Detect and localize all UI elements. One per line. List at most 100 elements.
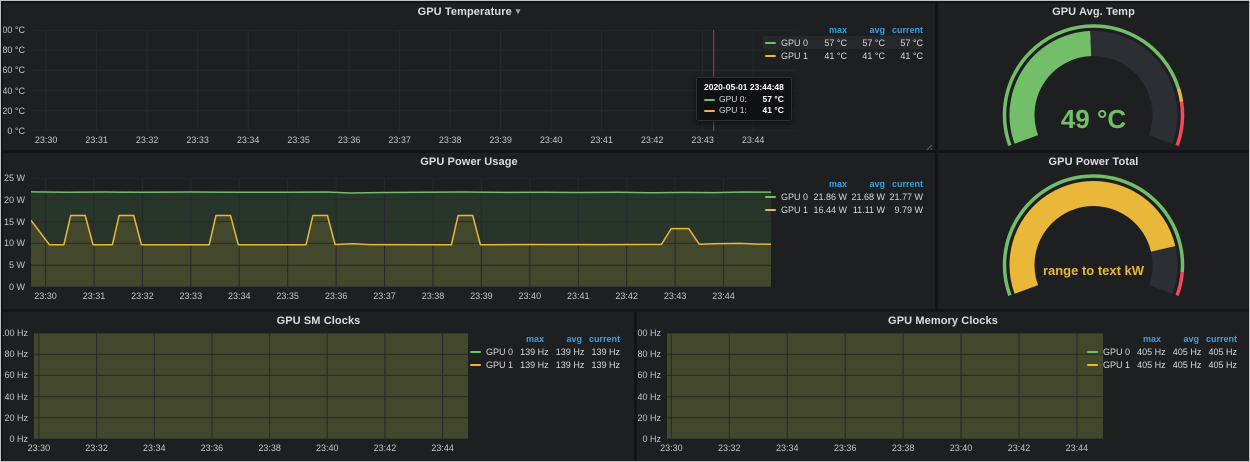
- legend-row-gpu-1[interactable]: GPU 1405 Hz405 Hz405 Hz: [1085, 358, 1237, 371]
- x-tick-label: 23:36: [325, 291, 348, 301]
- panel-title: GPU SM Clocks: [277, 315, 361, 327]
- tooltip-series-name: GPU 1:: [719, 105, 747, 116]
- legend-sort-current[interactable]: current: [885, 25, 923, 35]
- legend-row-gpu-1[interactable]: GPU 141 °C41 °C41 °C: [763, 49, 923, 62]
- series-name: GPU 1: [1103, 360, 1130, 370]
- y-axis: 0 °C20 °C40 °C60 °C80 °C100 °C: [3, 30, 28, 131]
- legend-sort-max[interactable]: max: [809, 179, 847, 189]
- tooltip-series-name: GPU 0:: [719, 94, 747, 105]
- series-name: GPU 0: [486, 347, 513, 357]
- legend-value: 57 °C: [809, 38, 847, 48]
- x-tick-label: 23:38: [892, 443, 915, 453]
- legend-value: 57 °C: [847, 38, 885, 48]
- x-tick-label: 23:44: [742, 135, 765, 145]
- legend-value: 16.44 W: [809, 205, 847, 215]
- legend-row-gpu-0[interactable]: GPU 0139 Hz139 Hz139 Hz: [468, 345, 620, 358]
- series-name: GPU 1: [781, 51, 808, 61]
- legend-value: 57 °C: [885, 38, 923, 48]
- x-tick-label: 23:42: [1008, 443, 1031, 453]
- legend-header-row: maxavgcurrent: [763, 23, 923, 36]
- x-tick-label: 23:30: [35, 135, 58, 145]
- panel-header-gpu-sm-clocks[interactable]: GPU SM Clocks: [3, 315, 634, 327]
- x-tick-label: 23:33: [180, 291, 203, 301]
- panel-header-gpu-memory-clocks[interactable]: GPU Memory Clocks: [637, 315, 1249, 327]
- x-tick-label: 23:38: [258, 443, 281, 453]
- series-color-dash-icon: [765, 209, 776, 211]
- x-tick-label: 23:40: [519, 291, 542, 301]
- x-tick-label: 23:39: [470, 291, 493, 301]
- legend-power-usage: maxavgcurrentGPU 021.86 W21.68 W21.77 WG…: [763, 177, 923, 216]
- x-tick-label: 23:43: [691, 135, 714, 145]
- memory-clocks-chart[interactable]: [667, 333, 1103, 439]
- legend-sort-current[interactable]: current: [582, 334, 620, 344]
- series-color-dash-icon: [765, 42, 776, 44]
- power-total-gauge: [938, 153, 1249, 309]
- x-tick-label: 23:34: [776, 443, 799, 453]
- gauge-value: range to text kW: [938, 263, 1249, 278]
- legend-value: 405 Hz: [1166, 360, 1202, 370]
- y-tick-label: 10 W: [4, 238, 25, 248]
- x-tick-label: 23:40: [540, 135, 563, 145]
- x-tick-label: 23:43: [664, 291, 687, 301]
- x-tick-label: 23:30: [28, 443, 51, 453]
- x-axis: 23:3023:3223:3423:3623:3823:4023:4223:44: [667, 443, 1103, 455]
- legend-sort-avg[interactable]: avg: [1161, 334, 1199, 344]
- legend-value: 21.68 W: [847, 192, 885, 202]
- legend-value: 405 Hz: [1130, 347, 1166, 357]
- panel-title: GPU Power Usage: [420, 156, 517, 168]
- panel-resize-handle[interactable]: [924, 140, 933, 149]
- y-tick-label: 80 Hz: [4, 349, 28, 359]
- panel-gpu-memory-clocks: GPU Memory Clocks 0 Hz20 Hz40 Hz60 Hz80 …: [637, 312, 1249, 461]
- legend-row-gpu-0[interactable]: GPU 0405 Hz405 Hz405 Hz: [1085, 345, 1237, 358]
- series-color-dash-icon: [704, 110, 715, 112]
- legend-sort-max[interactable]: max: [809, 25, 847, 35]
- tooltip-series-value: 57 °C: [763, 94, 784, 105]
- x-tick-label: 23:32: [131, 291, 154, 301]
- legend-sort-avg[interactable]: avg: [544, 334, 582, 344]
- legend-row-gpu-0[interactable]: GPU 021.86 W21.68 W21.77 W: [763, 190, 923, 203]
- x-tick-label: 23:37: [388, 135, 411, 145]
- legend-value: 139 Hz: [549, 347, 585, 357]
- power-usage-chart[interactable]: [31, 178, 771, 287]
- x-tick-label: 23:39: [489, 135, 512, 145]
- legend-sort-avg[interactable]: avg: [847, 179, 885, 189]
- legend-row-gpu-1[interactable]: GPU 116.44 W11.11 W9.79 W: [763, 203, 923, 216]
- legend-sort-max[interactable]: max: [1123, 334, 1161, 344]
- y-tick-label: 15 W: [4, 217, 25, 227]
- panel-title: GPU Memory Clocks: [888, 315, 998, 327]
- sm-clocks-chart[interactable]: [34, 333, 468, 439]
- y-tick-label: 0 °C: [7, 126, 25, 136]
- legend-row-gpu-1[interactable]: GPU 1139 Hz139 Hz139 Hz: [468, 358, 620, 371]
- temperature-chart[interactable]: [31, 30, 796, 131]
- x-tick-label: 23:44: [1066, 443, 1089, 453]
- legend-sort-current[interactable]: current: [1199, 334, 1237, 344]
- legend-sort-avg[interactable]: avg: [847, 25, 885, 35]
- series-color-dash-icon: [470, 351, 481, 353]
- legend-row-gpu-0[interactable]: GPU 057 °C57 °C57 °C: [763, 36, 923, 49]
- tooltip-time: 2020-05-01 23:44:48: [704, 82, 784, 93]
- series-color-dash-icon: [765, 196, 776, 198]
- series-name: GPU 0: [781, 192, 808, 202]
- legend-temperature: maxavgcurrentGPU 057 °C57 °C57 °CGPU 141…: [763, 23, 923, 62]
- panel-header-gpu-power-usage[interactable]: GPU Power Usage: [3, 156, 935, 168]
- series-name: GPU 0: [1103, 347, 1130, 357]
- series-name: GPU 1: [781, 205, 808, 215]
- y-tick-label: 100 Hz: [3, 328, 28, 338]
- x-tick-label: 23:42: [641, 135, 664, 145]
- legend-sort-current[interactable]: current: [885, 179, 923, 189]
- panel-header-gpu-temperature[interactable]: GPU Temperature▾: [3, 6, 935, 18]
- panel-gpu-power-total: GPU Power Total range to text kW: [938, 153, 1249, 309]
- x-tick-label: 23:37: [373, 291, 396, 301]
- legend-header-row: maxavgcurrent: [763, 177, 923, 190]
- x-tick-label: 23:33: [186, 135, 209, 145]
- x-tick-label: 23:36: [834, 443, 857, 453]
- x-tick-label: 23:44: [431, 443, 454, 453]
- tooltip-series-row: GPU 0: 57 °C: [704, 94, 784, 105]
- legend-value: 41 °C: [809, 51, 847, 61]
- x-axis: 23:3023:3223:3423:3623:3823:4023:4223:44: [34, 443, 468, 455]
- y-tick-label: 80 Hz: [637, 349, 661, 359]
- x-tick-label: 23:36: [201, 443, 224, 453]
- tooltip-series-value: 41 °C: [763, 105, 784, 116]
- legend-sort-max[interactable]: max: [506, 334, 544, 344]
- series-color-dash-icon: [470, 364, 481, 366]
